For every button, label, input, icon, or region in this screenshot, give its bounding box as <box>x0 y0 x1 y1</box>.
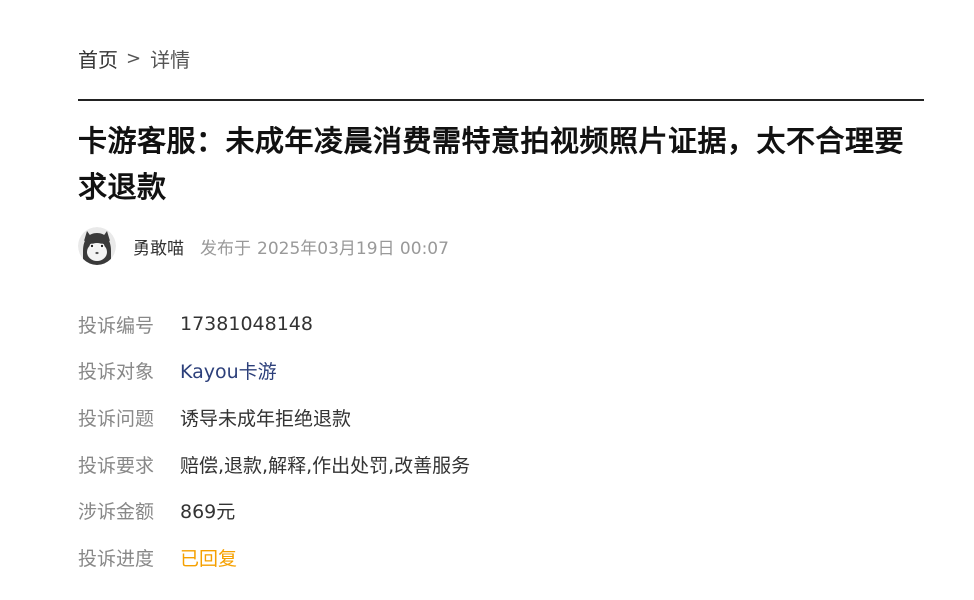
complaint-title: 卡游客服：未成年凌晨消费需特意拍视频照片证据，太不合理要求退款 <box>78 124 905 204</box>
complaint-demand-value: 赔偿,退款,解释,作出处罚,改善服务 <box>180 454 471 477</box>
complaint-target-label: 投诉对象 <box>78 361 155 384</box>
complaint-id-value: 17381048148 <box>180 313 313 336</box>
complaint-progress-label: 投诉进度 <box>78 547 155 570</box>
header-divider <box>78 99 924 101</box>
complaint-id-label: 投诉编号 <box>78 314 155 337</box>
publish-time: 2025年03月19日 00:07 <box>257 238 449 259</box>
complaint-issue-label: 投诉问题 <box>78 407 155 430</box>
complaint-progress-status: 已回复 <box>180 547 238 570</box>
complaint-demand-label: 投诉要求 <box>78 454 155 477</box>
breadcrumb-separator: > <box>126 47 142 69</box>
complaint-info-list: 投诉编号 17381048148 投诉对象 Kayou卡游 投诉问题 诱导未成年… <box>78 301 470 581</box>
publish-prefix: 发布于 <box>200 238 251 259</box>
breadcrumb-home-link[interactable]: 首页 <box>78 44 118 73</box>
complaint-progress-row: 投诉进度 已回复 <box>78 534 470 581</box>
complaint-amount-row: 涉诉金额 869元 <box>78 487 470 534</box>
complaint-amount-value: 869元 <box>180 501 236 524</box>
complaint-amount-label: 涉诉金额 <box>78 501 155 524</box>
breadcrumb-current: 详情 <box>150 47 191 72</box>
complaint-issue-row: 投诉问题 诱导未成年拒绝退款 <box>78 394 470 441</box>
breadcrumb: 首页 > 详情 <box>78 44 190 72</box>
author-row: 勇敢喵 发布于 2025年03月19日 00:07 <box>78 226 449 266</box>
complaint-issue-value: 诱导未成年拒绝退款 <box>180 407 352 430</box>
cat-avatar-icon[interactable] <box>78 227 116 265</box>
complaint-target-row: 投诉对象 Kayou卡游 <box>78 348 470 395</box>
complaint-demand-row: 投诉要求 赔偿,退款,解释,作出处罚,改善服务 <box>78 441 470 488</box>
complaint-detail-page: 首页 > 详情 卡游客服：未成年凌晨消费需特意拍视频照片证据，太不合理要求退款 … <box>0 0 974 600</box>
complaint-target-link[interactable]: Kayou卡游 <box>180 357 277 384</box>
complaint-id-row: 投诉编号 17381048148 <box>78 301 470 348</box>
author-name[interactable]: 勇敢喵 <box>133 234 184 259</box>
